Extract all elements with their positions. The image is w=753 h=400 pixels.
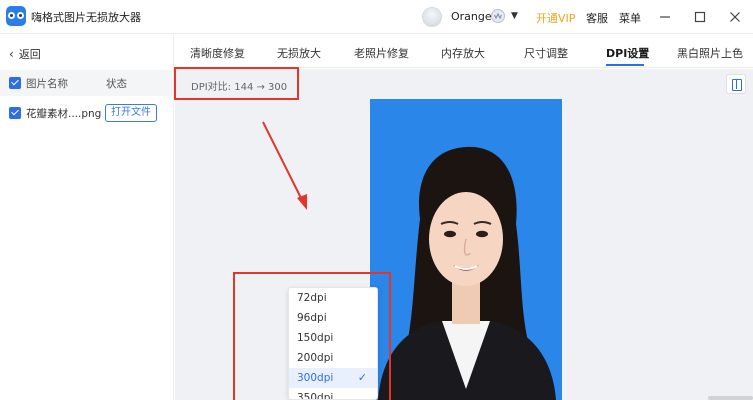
tab-lossless-enlarge[interactable]: 无损放大 (277, 45, 321, 61)
column-header-name: 图片名称 (26, 78, 68, 90)
menu-link[interactable]: 菜单 (619, 10, 641, 26)
open-vip-link[interactable]: 开通VIP (536, 10, 575, 26)
annotation-dropdown-box (233, 272, 391, 400)
portrait-image (370, 99, 562, 400)
minimize-icon[interactable] (656, 8, 674, 26)
photo-preview (370, 99, 562, 400)
tab-size-adjust[interactable]: 尺寸调整 (524, 45, 568, 61)
file-row-checkbox[interactable] (9, 107, 21, 119)
owl-logo-icon (6, 6, 26, 26)
tab-old-photo-repair[interactable]: 老照片修复 (354, 45, 409, 61)
chevron-down-icon[interactable]: ▼ (511, 11, 518, 21)
select-all-checkbox[interactable] (9, 77, 21, 89)
file-name: 花瓣素材....png (26, 108, 102, 120)
avatar[interactable] (422, 7, 442, 27)
close-icon[interactable] (726, 8, 744, 26)
panel-toggle-icon[interactable] (726, 74, 746, 94)
tab-dpi-settings[interactable]: DPI设置 (606, 45, 649, 61)
tab-clarity-repair[interactable]: 清晰度修复 (190, 45, 245, 61)
annotation-arrow (262, 121, 307, 210)
customer-service-link[interactable]: 客服 (586, 10, 608, 26)
annotation-dpi-compare-box (174, 67, 299, 100)
back-button[interactable]: ‹ 返回 (9, 46, 41, 62)
vip-badge-icon (491, 9, 505, 23)
active-tab-indicator (606, 64, 644, 66)
column-header-status: 状态 (106, 78, 127, 90)
tab-memory-enlarge[interactable]: 内存放大 (441, 45, 485, 61)
maximize-icon[interactable] (691, 8, 709, 26)
open-file-button[interactable]: 打开文件 (105, 104, 157, 122)
title-bar: 嗨格式图片无损放大器 Orange ▼ 开通VIP 客服 菜单 (0, 0, 753, 34)
username[interactable]: Orange (451, 10, 492, 23)
chevron-left-icon: ‹ (9, 47, 14, 61)
back-label: 返回 (18, 48, 41, 61)
app-title: 嗨格式图片无损放大器 (31, 11, 141, 24)
horizontal-scrollbar[interactable] (708, 396, 753, 400)
tab-bw-colorize[interactable]: 黑白照片上色 (677, 45, 743, 61)
